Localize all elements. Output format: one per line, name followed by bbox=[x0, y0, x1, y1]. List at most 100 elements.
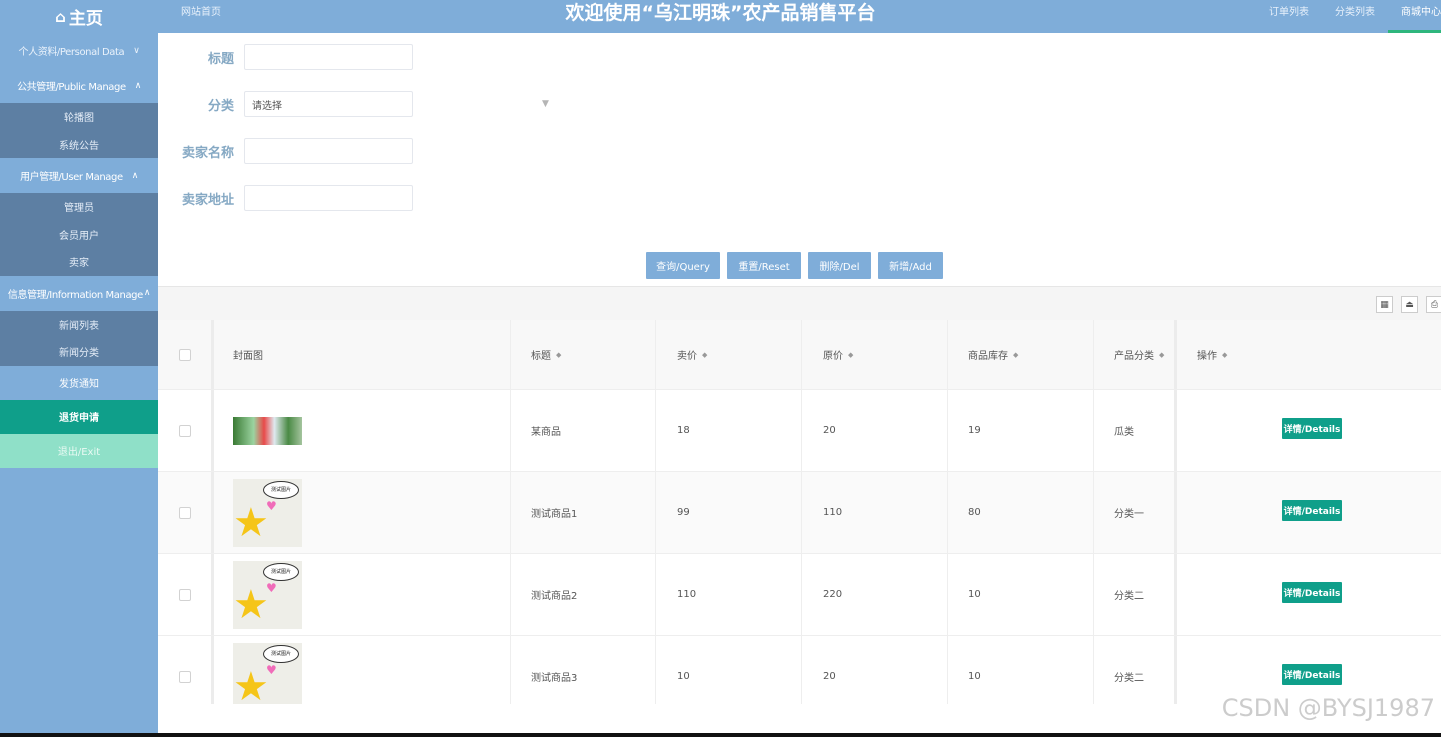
details-button[interactable]: 详情/Details bbox=[1282, 500, 1342, 521]
column-divider bbox=[947, 390, 948, 471]
sort-icon[interactable]: ◆ bbox=[556, 351, 561, 359]
submenu-user: 管理员 会员用户 卖家 bbox=[0, 193, 158, 276]
product-image bbox=[233, 416, 302, 445]
header-label: 卖价 bbox=[677, 351, 697, 362]
menu-information-manage[interactable]: 信息管理/Information Manage ∧ bbox=[0, 276, 158, 311]
stock-cell: 10 bbox=[968, 589, 981, 600]
nav-mall-center[interactable]: 商城中心 bbox=[1388, 0, 1441, 33]
sidebar-item-members[interactable]: 会员用户 bbox=[0, 221, 158, 249]
title-cell: 某商品 bbox=[531, 427, 561, 438]
original-price-cell: 20 bbox=[823, 425, 836, 436]
sidebar-item-admin[interactable]: 管理员 bbox=[0, 193, 158, 221]
stock-cell: 10 bbox=[968, 671, 981, 682]
details-button[interactable]: 详情/Details bbox=[1282, 664, 1342, 685]
row-checkbox[interactable] bbox=[179, 670, 191, 683]
product-image: 测试图片 ♥ ★ bbox=[233, 560, 302, 629]
stock-cell: 19 bbox=[968, 425, 981, 436]
speech-bubble: 测试图片 bbox=[263, 562, 299, 581]
sidebar-item-sellers[interactable]: 卖家 bbox=[0, 248, 158, 276]
row-checkbox-cell bbox=[179, 554, 191, 635]
top-bar: ⌂ 主页 网站首页 欢迎使用“乌江明珠”农产品销售平台 订单列表 分类列表 商城… bbox=[0, 0, 1441, 33]
header-label: 封面图 bbox=[233, 351, 263, 362]
row-checkbox-cell bbox=[179, 390, 191, 471]
row-checkbox[interactable] bbox=[179, 506, 191, 519]
sidebar-item-news-category[interactable]: 新闻分类 bbox=[0, 338, 158, 366]
cover-cell bbox=[233, 390, 302, 471]
column-divider bbox=[510, 554, 511, 635]
sidebar-item-shipping[interactable]: 发货通知 bbox=[0, 366, 158, 400]
home-link[interactable]: ⌂ 主页 bbox=[0, 0, 158, 33]
title-label: 标题 bbox=[207, 51, 234, 67]
column-divider bbox=[211, 554, 214, 635]
title-input[interactable] bbox=[244, 44, 413, 70]
column-divider bbox=[1174, 390, 1177, 471]
sidebar-item-exit[interactable]: 退出/Exit bbox=[0, 433, 158, 468]
column-divider bbox=[801, 636, 802, 704]
category-cell: 分类一 bbox=[1114, 509, 1144, 520]
sort-icon[interactable]: ◆ bbox=[1013, 351, 1018, 359]
row-checkbox-cell bbox=[179, 472, 191, 553]
nav-category-list[interactable]: 分类列表 bbox=[1322, 0, 1388, 33]
header-price[interactable]: 卖价 ◆ bbox=[677, 320, 707, 389]
table-row: 测试图片 ♥ ★ 测试商品1 99 110 80 分类一 详情/Details bbox=[158, 472, 1441, 554]
print-icon[interactable]: ⎙ bbox=[1426, 296, 1441, 313]
header-label: 原价 bbox=[823, 351, 843, 362]
seller-address-input[interactable] bbox=[244, 185, 413, 211]
category-cell: 瓜类 bbox=[1114, 427, 1134, 438]
table-row: 某商品 18 20 19 瓜类 详情/Details bbox=[158, 390, 1441, 472]
header-stock[interactable]: 商品库存 ◆ bbox=[968, 320, 1018, 389]
product-image: 测试图片 ♥ ★ bbox=[233, 642, 302, 704]
menu-user-manage[interactable]: 用户管理/User Manage ∧ bbox=[0, 158, 158, 193]
dropdown-caret-icon[interactable]: ▼ bbox=[542, 99, 549, 109]
details-button[interactable]: 详情/Details bbox=[1282, 582, 1342, 603]
delete-button[interactable]: 删除/Del bbox=[808, 252, 871, 279]
header-title[interactable]: 标题 ◆ bbox=[531, 320, 561, 389]
header-original-price[interactable]: 原价 ◆ bbox=[823, 320, 853, 389]
reset-button[interactable]: 重置/Reset bbox=[727, 252, 801, 279]
menu-personal-data[interactable]: 个人资料/Personal Data ∨ bbox=[0, 33, 158, 68]
details-button[interactable]: 详情/Details bbox=[1282, 418, 1342, 439]
site-home-link[interactable]: 网站首页 bbox=[181, 0, 221, 25]
header-actions[interactable]: 操作 ◆ bbox=[1197, 320, 1227, 389]
row-checkbox[interactable] bbox=[179, 588, 191, 601]
submenu-info: 新闻列表 新闻分类 bbox=[0, 310, 158, 366]
bottom-bar bbox=[0, 733, 1441, 737]
header-category[interactable]: 产品分类 ◆ bbox=[1114, 320, 1164, 389]
row-checkbox[interactable] bbox=[179, 424, 191, 437]
export-icon[interactable]: ⏏ bbox=[1401, 296, 1418, 313]
add-button[interactable]: 新增/Add bbox=[878, 252, 943, 279]
sidebar-item-carousel[interactable]: 轮播图 bbox=[0, 103, 158, 131]
star-icon: ★ bbox=[233, 499, 269, 546]
original-price-cell: 20 bbox=[823, 671, 836, 682]
sort-icon[interactable]: ◆ bbox=[848, 351, 853, 359]
star-icon: ★ bbox=[233, 581, 269, 628]
submenu-public: 轮播图 系统公告 bbox=[0, 103, 158, 158]
sidebar-item-news-list[interactable]: 新闻列表 bbox=[0, 311, 158, 339]
cover-cell: 测试图片 ♥ ★ bbox=[233, 472, 302, 553]
speech-bubble: 测试图片 bbox=[263, 480, 299, 499]
header-label: 标题 bbox=[531, 351, 551, 362]
menu-public-manage[interactable]: 公共管理/Public Manage ∧ bbox=[0, 68, 158, 103]
form-row-seller-name: 卖家名称 bbox=[158, 138, 413, 164]
title-cell: 测试商品1 bbox=[531, 509, 578, 520]
column-divider bbox=[510, 390, 511, 471]
column-divider bbox=[947, 320, 948, 389]
sidebar-item-announcement[interactable]: 系统公告 bbox=[0, 131, 158, 159]
nav-order-list[interactable]: 订单列表 bbox=[1256, 0, 1322, 33]
column-divider bbox=[211, 472, 214, 553]
category-select[interactable]: 请选择 bbox=[244, 91, 413, 117]
columns-icon[interactable]: ▦ bbox=[1376, 296, 1393, 313]
original-price-cell: 220 bbox=[823, 589, 843, 600]
sidebar-item-refund[interactable]: 退货申请 bbox=[0, 399, 158, 434]
sort-icon[interactable]: ◆ bbox=[1159, 351, 1164, 359]
sort-icon[interactable]: ◆ bbox=[1222, 351, 1227, 359]
select-all-checkbox[interactable] bbox=[179, 348, 191, 361]
seller-name-input[interactable] bbox=[244, 138, 413, 164]
sort-icon[interactable]: ◆ bbox=[702, 351, 707, 359]
query-button[interactable]: 查询/Query bbox=[646, 252, 720, 279]
column-divider bbox=[801, 390, 802, 471]
form-row-category: 分类 请选择 ▼ bbox=[158, 91, 549, 117]
column-divider bbox=[211, 390, 214, 471]
chevron-up-icon: ∧ bbox=[134, 80, 142, 91]
column-divider bbox=[1174, 472, 1177, 553]
